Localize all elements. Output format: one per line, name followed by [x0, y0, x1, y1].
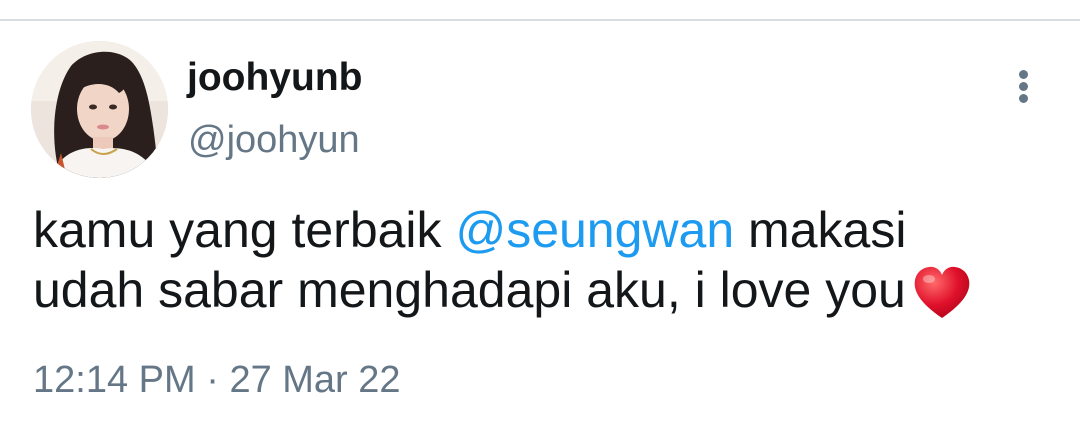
tweet-text-segment: kamu yang terbaik — [33, 202, 456, 258]
timestamp-separator: · — [195, 359, 230, 401]
heart-icon — [914, 266, 970, 318]
avatar[interactable] — [31, 41, 168, 178]
tweet-text-segment: udah sabar menghadapi aku, i love you — [33, 262, 906, 318]
tweet-text: kamu yang terbaik @seungwan makasi udah … — [33, 200, 1043, 321]
tweet-date: 27 Mar 22 — [229, 359, 401, 401]
tweet-card: joohyunb @joohyun kamu yang terbaik @seu… — [0, 0, 1080, 430]
tweet-time: 12:14 PM — [33, 359, 196, 401]
more-vertical-icon — [1019, 70, 1028, 79]
divider — [0, 19, 1080, 21]
tweet-line-1: kamu yang terbaik @seungwan makasi — [33, 200, 1043, 260]
tweet-text-segment: makasi — [734, 202, 907, 258]
display-name[interactable]: joohyunb — [187, 56, 362, 100]
tweet-line-2: udah sabar menghadapi aku, i love you — [33, 260, 1043, 321]
more-options-button[interactable] — [1004, 64, 1044, 108]
mention-link[interactable]: @seungwan — [455, 202, 734, 258]
tweet-timestamp[interactable]: 12:14 PM · 27 Mar 22 — [33, 358, 401, 402]
user-handle[interactable]: @joohyun — [188, 118, 360, 162]
